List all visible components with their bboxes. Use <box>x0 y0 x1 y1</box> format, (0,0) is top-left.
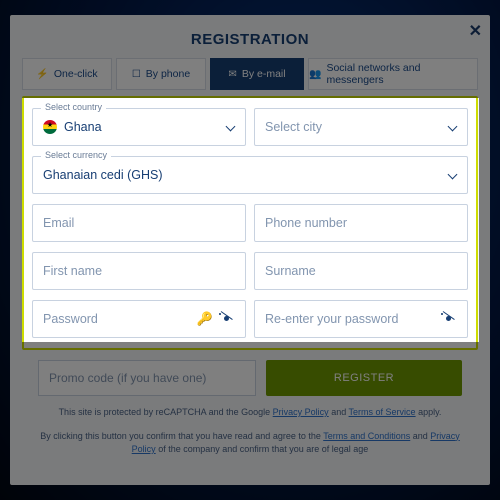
highlighted-form-area: Select country Ghana Select city Select … <box>22 96 478 350</box>
field-legend: Select currency <box>41 150 111 160</box>
bolt-icon: ⚡ <box>36 69 48 80</box>
recaptcha-notice: This site is protected by reCAPTCHA and … <box>22 406 478 420</box>
eye-off-icon[interactable] <box>441 313 457 325</box>
fine-text: and <box>329 407 349 417</box>
spotlight-dim <box>10 98 22 342</box>
registration-tabs: ⚡ One-click ☐ By phone ✉ By e-mail 👥 Soc… <box>22 58 478 90</box>
tab-by-email[interactable]: ✉ By e-mail <box>210 58 304 90</box>
firstname-input[interactable] <box>43 264 235 278</box>
ghana-flag-icon <box>43 120 57 134</box>
currency-select[interactable]: Select currency Ghanaian cedi (GHS) <box>32 156 468 194</box>
email-input[interactable] <box>43 216 235 230</box>
field-legend: Select country <box>41 102 106 112</box>
privacy-policy-link[interactable]: Privacy Policy <box>273 407 329 417</box>
chevron-down-icon <box>447 122 457 132</box>
spotlight-dim <box>479 98 490 342</box>
eye-off-icon[interactable] <box>219 313 235 325</box>
terms-of-service-link[interactable]: Terms of Service <box>349 407 416 417</box>
repassword-input[interactable] <box>265 312 435 326</box>
tab-label: By phone <box>146 68 190 80</box>
people-icon: 👥 <box>309 69 321 80</box>
age-terms-notice: By clicking this button you confirm that… <box>22 430 478 457</box>
promo-input[interactable] <box>49 371 245 385</box>
fine-text: This site is protected by reCAPTCHA and … <box>59 407 273 417</box>
city-placeholder: Select city <box>265 120 447 134</box>
surname-field[interactable] <box>254 252 468 290</box>
register-button[interactable]: REGISTER <box>266 360 462 396</box>
chevron-down-icon <box>447 170 457 180</box>
repassword-field[interactable] <box>254 300 468 338</box>
password-input[interactable] <box>43 312 191 326</box>
tab-label: One-click <box>54 68 98 80</box>
modal-title: REGISTRATION <box>22 31 478 48</box>
currency-value: Ghanaian cedi (GHS) <box>43 168 447 182</box>
terms-and-conditions-link[interactable]: Terms and Conditions <box>323 431 410 441</box>
phone-icon: ☐ <box>132 69 141 80</box>
surname-input[interactable] <box>265 264 457 278</box>
tab-by-phone[interactable]: ☐ By phone <box>116 58 206 90</box>
tab-label: Social networks and messengers <box>326 62 477 86</box>
firstname-field[interactable] <box>32 252 246 290</box>
registration-modal: ✕ REGISTRATION ⚡ One-click ☐ By phone ✉ … <box>10 15 490 485</box>
phone-input[interactable] <box>265 216 457 230</box>
key-icon[interactable]: 🔑 <box>197 311 213 327</box>
country-select[interactable]: Select country Ghana <box>32 108 246 146</box>
bottom-row: REGISTER <box>22 360 478 396</box>
fine-text: of the company and confirm that you are … <box>156 444 369 454</box>
fine-text: and <box>410 431 430 441</box>
fine-text: By clicking this button you confirm that… <box>40 431 323 441</box>
fine-text: apply. <box>416 407 442 417</box>
close-button[interactable]: ✕ <box>469 21 482 41</box>
email-field[interactable] <box>32 204 246 242</box>
country-value: Ghana <box>64 120 225 134</box>
tab-one-click[interactable]: ⚡ One-click <box>22 58 112 90</box>
mail-icon: ✉ <box>228 69 236 80</box>
chevron-down-icon <box>225 122 235 132</box>
promo-field[interactable] <box>38 360 256 396</box>
city-select[interactable]: Select city <box>254 108 468 146</box>
phone-field[interactable] <box>254 204 468 242</box>
password-field[interactable]: 🔑 <box>32 300 246 338</box>
tab-social[interactable]: 👥 Social networks and messengers <box>308 58 478 90</box>
tab-label: By e-mail <box>242 68 286 80</box>
